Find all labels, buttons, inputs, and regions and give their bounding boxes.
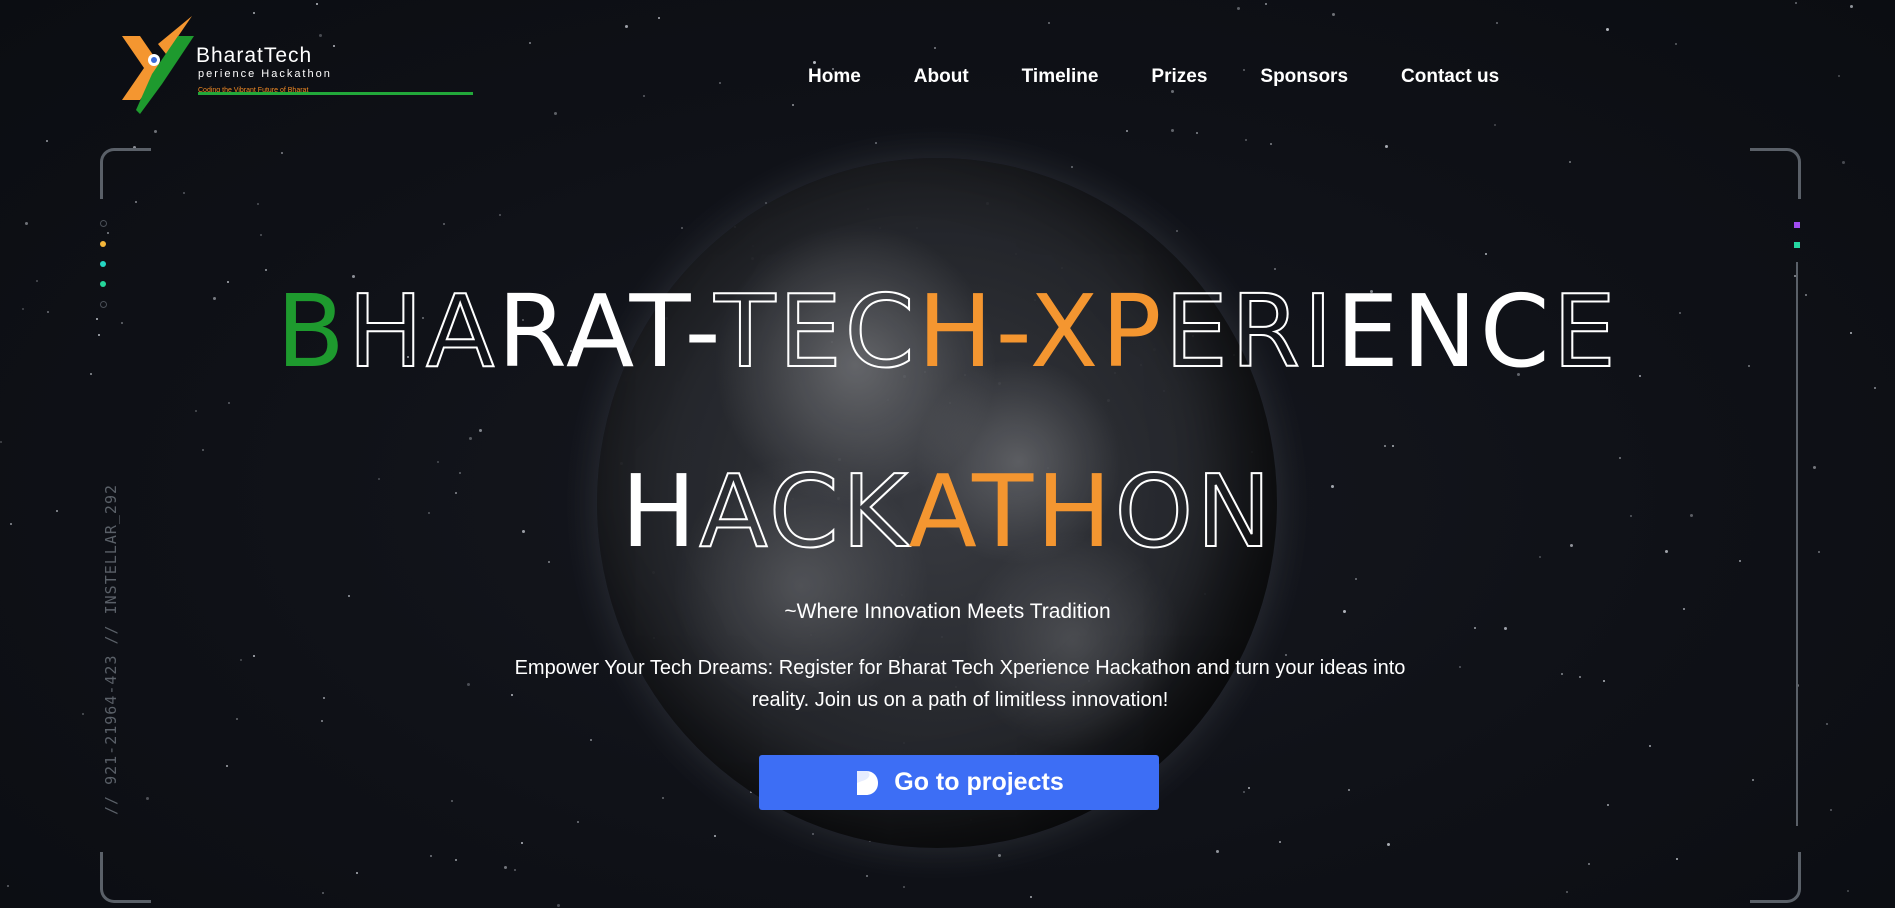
headline-letter: E <box>777 273 845 390</box>
d-shape-icon <box>857 770 879 795</box>
headline-letter: A <box>565 273 630 390</box>
headline-letter: E <box>1335 273 1402 390</box>
headline-letter: K <box>841 453 909 570</box>
go-to-projects-button[interactable]: Go to projects <box>759 755 1159 810</box>
site-logo[interactable]: BharatTech perience Hackathon Coding the… <box>118 14 473 114</box>
headline-letter: R <box>497 273 566 390</box>
headline-letter: A <box>425 273 498 390</box>
headline-letter: E <box>1552 273 1619 390</box>
headline-letter: C <box>768 453 842 570</box>
indicator-square <box>1794 222 1800 228</box>
frame-corner-bottom-left <box>100 852 151 903</box>
nav-prizes[interactable]: Prizes <box>1151 66 1207 88</box>
headline-letter: H <box>347 273 427 390</box>
headline-letter: A <box>698 453 769 570</box>
hero-tagline: ~Where Innovation Meets Tradition <box>784 600 1111 623</box>
logo-underline <box>198 92 473 95</box>
headline-line-1: BHARAT-TECH-XPERIENCE <box>0 281 1895 383</box>
headline-letter: X <box>1029 273 1102 390</box>
right-indicator-squares <box>1794 222 1800 248</box>
headline-letter: H <box>917 273 996 390</box>
frame-corner-bottom-right <box>1750 852 1801 903</box>
frame-corner-top-right <box>1750 148 1801 199</box>
headline-letter: N <box>1401 273 1480 390</box>
indicator-square <box>1794 242 1800 248</box>
indicator-dot <box>100 241 106 247</box>
headline-line-2: HACKATHON <box>0 461 1895 563</box>
headline-letter: E <box>1164 273 1231 390</box>
headline-letter: P <box>1101 273 1165 390</box>
nav-contact[interactable]: Contact us <box>1401 66 1499 88</box>
headline-letter: C <box>844 273 918 390</box>
headline-letter: N <box>1195 453 1274 570</box>
headline-letter: I <box>1302 273 1336 390</box>
headline-letter: B <box>276 273 348 390</box>
nav-home[interactable]: Home <box>808 66 861 88</box>
hero-page: BharatTech perience Hackathon Coding the… <box>0 0 1895 908</box>
indicator-dot <box>100 261 106 267</box>
logo-title: BharatTech <box>196 44 313 67</box>
logo-subtitle: perience Hackathon <box>198 68 332 80</box>
go-to-projects-label: Go to projects <box>894 768 1064 796</box>
headline-letter: O <box>1113 453 1197 570</box>
main-nav: Home About Timeline Prizes Sponsors Cont… <box>808 66 1499 88</box>
nav-about[interactable]: About <box>914 66 969 88</box>
headline-letter: A <box>908 453 973 570</box>
headline-letter: R <box>1230 273 1304 390</box>
nav-sponsors[interactable]: Sponsors <box>1260 66 1348 88</box>
headline-letter: - <box>684 273 715 390</box>
headline-letter: T <box>713 273 779 390</box>
frame-corner-top-left <box>100 148 151 199</box>
headline-letter: - <box>995 273 1030 390</box>
headline-letter: H <box>1036 453 1115 570</box>
headline-letter: T <box>972 453 1037 570</box>
headline-letter: T <box>629 273 685 390</box>
headline-letter: C <box>1479 273 1553 390</box>
nav-timeline[interactable]: Timeline <box>1022 66 1099 88</box>
hero-description: Empower Your Tech Dreams: Register for B… <box>514 657 1406 711</box>
indicator-dot <box>100 220 107 227</box>
headline-letter: H <box>621 453 700 570</box>
x-logo-icon <box>122 16 194 114</box>
